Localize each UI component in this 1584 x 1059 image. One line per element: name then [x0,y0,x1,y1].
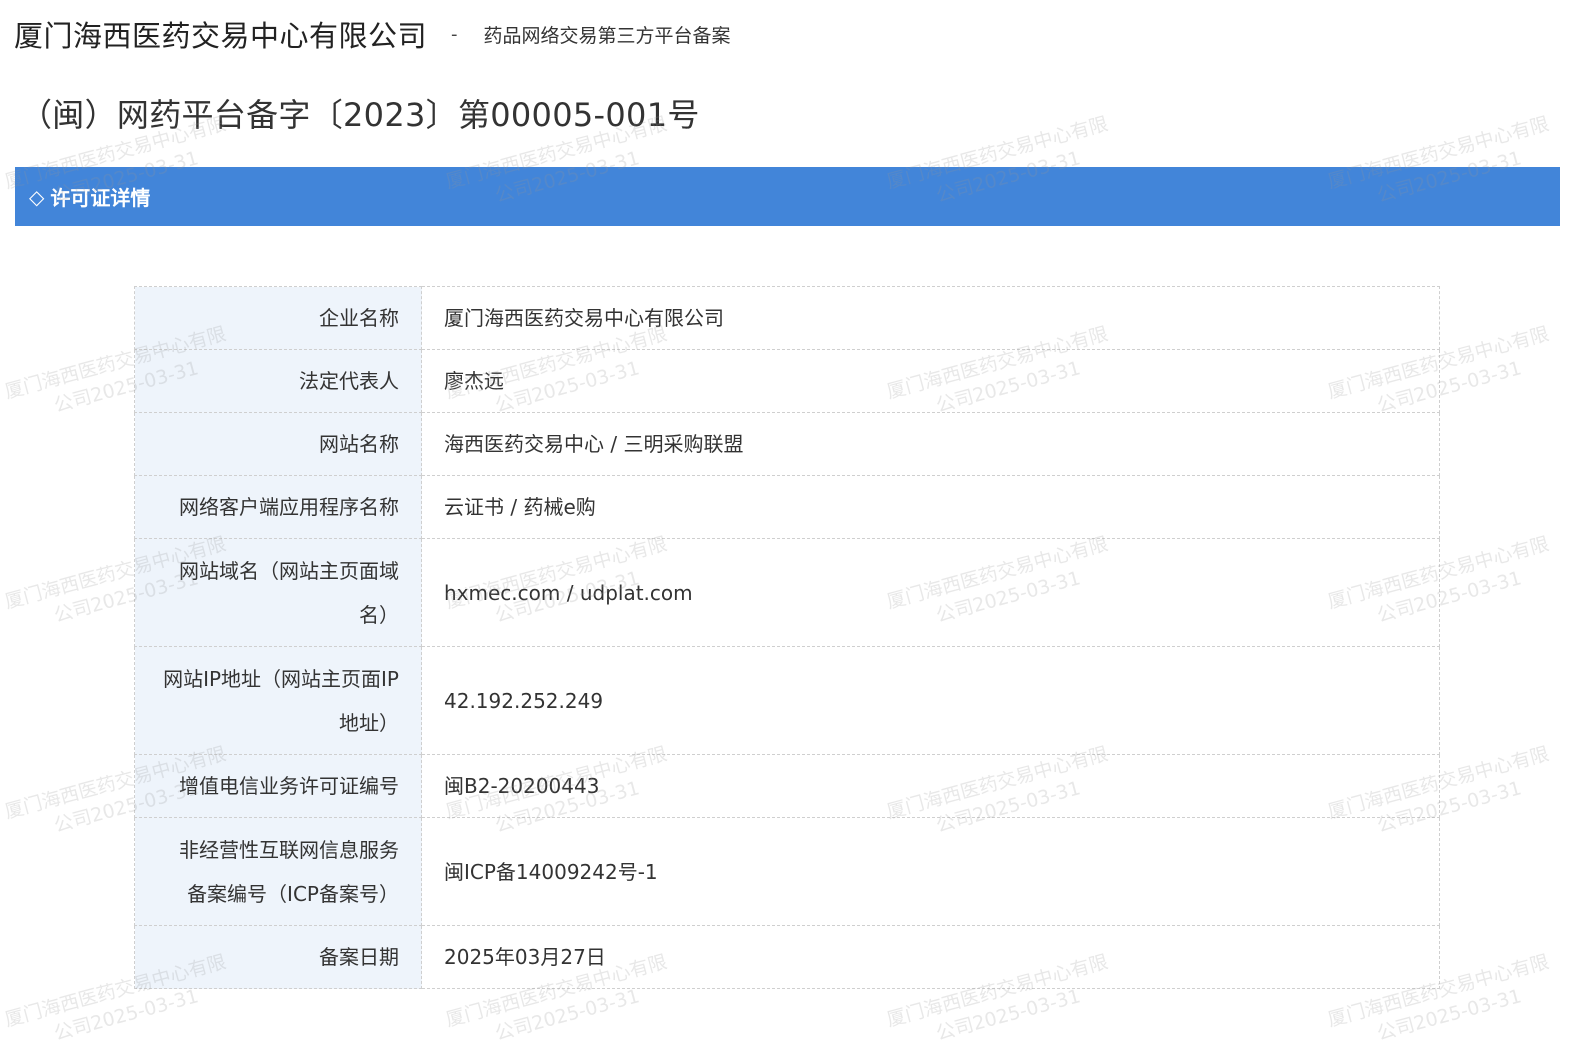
license-details-table: 企业名称 厦门海西医药交易中心有限公司 法定代表人 廖杰远 网站名称 海西医药交… [134,286,1440,989]
table-row-website-domain: 网站域名（网站主页面域名） hxmec.com / udplat.com [134,538,1440,647]
record-number: （闽）网药平台备字〔2023〕第00005-001号 [20,96,700,134]
table-row-enterprise-name: 企业名称 厦门海西医药交易中心有限公司 [134,286,1440,350]
row-value-enterprise-name: 厦门海西医药交易中心有限公司 [421,286,1440,350]
row-label-website-name: 网站名称 [134,412,422,476]
row-label-website-domain: 网站域名（网站主页面域名） [134,538,422,647]
license-details-header: ◇ 许可证详情 [15,167,1560,226]
company-title: 厦门海西医药交易中心有限公司 [14,19,428,53]
row-value-client-app-name: 云证书 / 药械e购 [421,475,1440,539]
row-label-telecom-license: 增值电信业务许可证编号 [134,754,422,818]
row-label-client-app-name: 网络客户端应用程序名称 [134,475,422,539]
row-value-legal-representative: 廖杰远 [421,349,1440,413]
table-row-telecom-license: 增值电信业务许可证编号 闽B2-20200443 [134,754,1440,818]
page-subtitle: 药品网络交易第三方平台备案 [483,24,731,47]
table-row-client-app-name: 网络客户端应用程序名称 云证书 / 药械e购 [134,475,1440,539]
table-row-website-ip: 网站IP地址（网站主页面IP地址） 42.192.252.249 [134,646,1440,755]
row-value-telecom-license: 闽B2-20200443 [421,754,1440,818]
section-title: 许可证详情 [50,186,151,210]
table-row-icp-record: 非经营性互联网信息服务备案编号（ICP备案号） 闽ICP备14009242号-1 [134,817,1440,926]
row-label-icp-record: 非经营性互联网信息服务备案编号（ICP备案号） [134,817,422,926]
diamond-outline-icon: ◇ [29,184,45,209]
row-label-legal-representative: 法定代表人 [134,349,422,413]
row-label-enterprise-name: 企业名称 [134,286,422,350]
row-value-website-domain: hxmec.com / udplat.com [421,538,1440,647]
row-value-record-date: 2025年03月27日 [421,925,1440,989]
page-header: 厦门海西医药交易中心有限公司 - 药品网络交易第三方平台备案 [14,12,731,56]
table-row-legal-representative: 法定代表人 廖杰远 [134,349,1440,413]
row-value-website-ip: 42.192.252.249 [421,646,1440,755]
row-label-website-ip: 网站IP地址（网站主页面IP地址） [134,646,422,755]
row-label-record-date: 备案日期 [134,925,422,989]
title-separator: - [451,23,458,45]
table-row-record-date: 备案日期 2025年03月27日 [134,925,1440,989]
table-row-website-name: 网站名称 海西医药交易中心 / 三明采购联盟 [134,412,1440,476]
row-value-website-name: 海西医药交易中心 / 三明采购联盟 [421,412,1440,476]
row-value-icp-record: 闽ICP备14009242号-1 [421,817,1440,926]
